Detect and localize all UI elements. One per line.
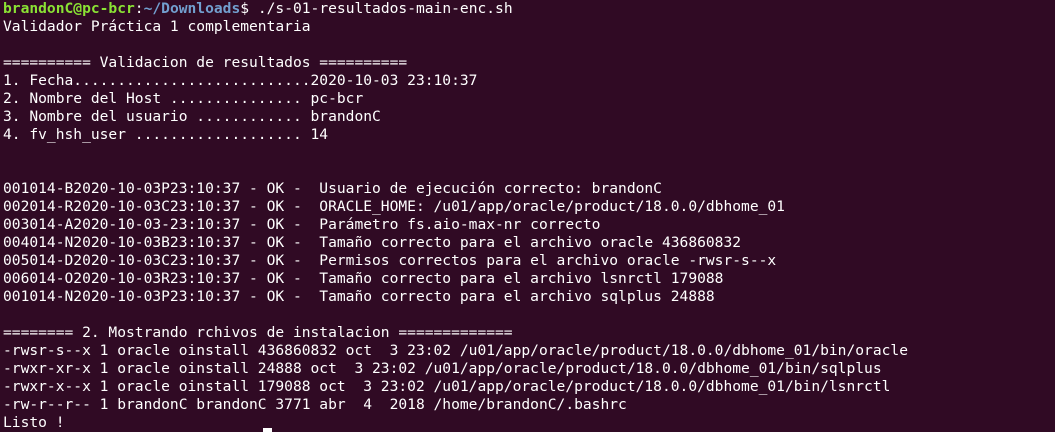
footer-line: Listo !	[3, 414, 65, 431]
command-prompt-line: brandonC@pc-bcr:~/Downloads$ ./s-01-resu…	[3, 0, 1055, 18]
header-line: Validador Práctica 1 complementaria	[3, 18, 311, 35]
section1-item-usuario: 3. Nombre del usuario ............ brand…	[3, 108, 381, 125]
section1-item-hsh: 4. fv_hsh_user ................... 14	[3, 126, 329, 143]
result-line: 003014-A2020-10-03-23:10:37 - OK - Parám…	[3, 216, 601, 233]
section1-title: ========== Validacion de resultados ====…	[3, 54, 408, 71]
file-listing-line: -rw-r--r-- 1 brandonC brandonC 3771 abr …	[3, 396, 627, 413]
terminal-window[interactable]: brandonC@pc-bcr:~/Downloads$ ./s-01-resu…	[0, 0, 1055, 432]
prompt-user-host: brandonC@pc-bcr	[3, 0, 135, 17]
section2-title: ======== 2. Mostrando rchivos de instala…	[3, 324, 513, 341]
result-line: 001014-N2020-10-03P23:10:37 - OK - Tamañ…	[3, 288, 715, 305]
file-listing-line: -rwxr-x--x 1 oracle oinstall 179088 oct …	[3, 378, 891, 395]
prompt-separator: :	[134, 0, 144, 17]
prompt-command: ./s-01-resultados-main-enc.sh	[249, 0, 513, 17]
prompt-path: ~/Downloads	[143, 0, 241, 17]
section1-item-host: 2. Nombre del Host ............... pc-bc…	[3, 90, 364, 107]
result-line: 005014-D2020-10-03C23:10:37 - OK - Permi…	[3, 252, 777, 269]
result-line: 004014-N2020-10-03B23:10:37 - OK - Tamañ…	[3, 234, 742, 251]
result-line: 002014-R2020-10-03C23:10:37 - OK - ORACL…	[3, 198, 785, 215]
section1-item-fecha: 1. Fecha...........................2020-…	[3, 72, 478, 89]
result-line: 006014-O2020-10-03R23:10:37 - OK - Tamañ…	[3, 270, 724, 287]
file-listing-line: -rwsr-s--x 1 oracle oinstall 436860832 o…	[3, 342, 908, 359]
result-line: 001014-B2020-10-03P23:10:37 - OK - Usuar…	[3, 180, 662, 197]
text-cursor	[263, 428, 272, 432]
file-listing-line: -rwxr-xr-x 1 oracle oinstall 24888 oct 3…	[3, 360, 882, 377]
prompt-symbol: $	[240, 0, 250, 17]
